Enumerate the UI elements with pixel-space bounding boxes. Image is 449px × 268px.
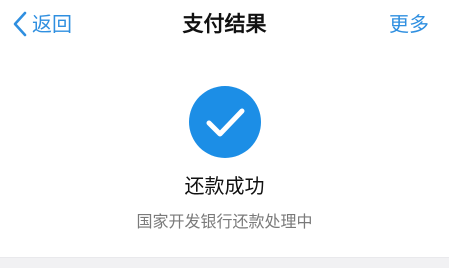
result-title: 还款成功: [184, 174, 265, 198]
result-subtitle: 国家开发银行还款处理中: [136, 212, 313, 231]
bottom-divider: [0, 257, 449, 268]
check-circle-icon: [189, 86, 261, 158]
more-button[interactable]: 更多: [389, 8, 429, 40]
navigation-bar: 返回 支付结果 更多: [0, 0, 449, 48]
page-title: 支付结果: [182, 12, 267, 36]
